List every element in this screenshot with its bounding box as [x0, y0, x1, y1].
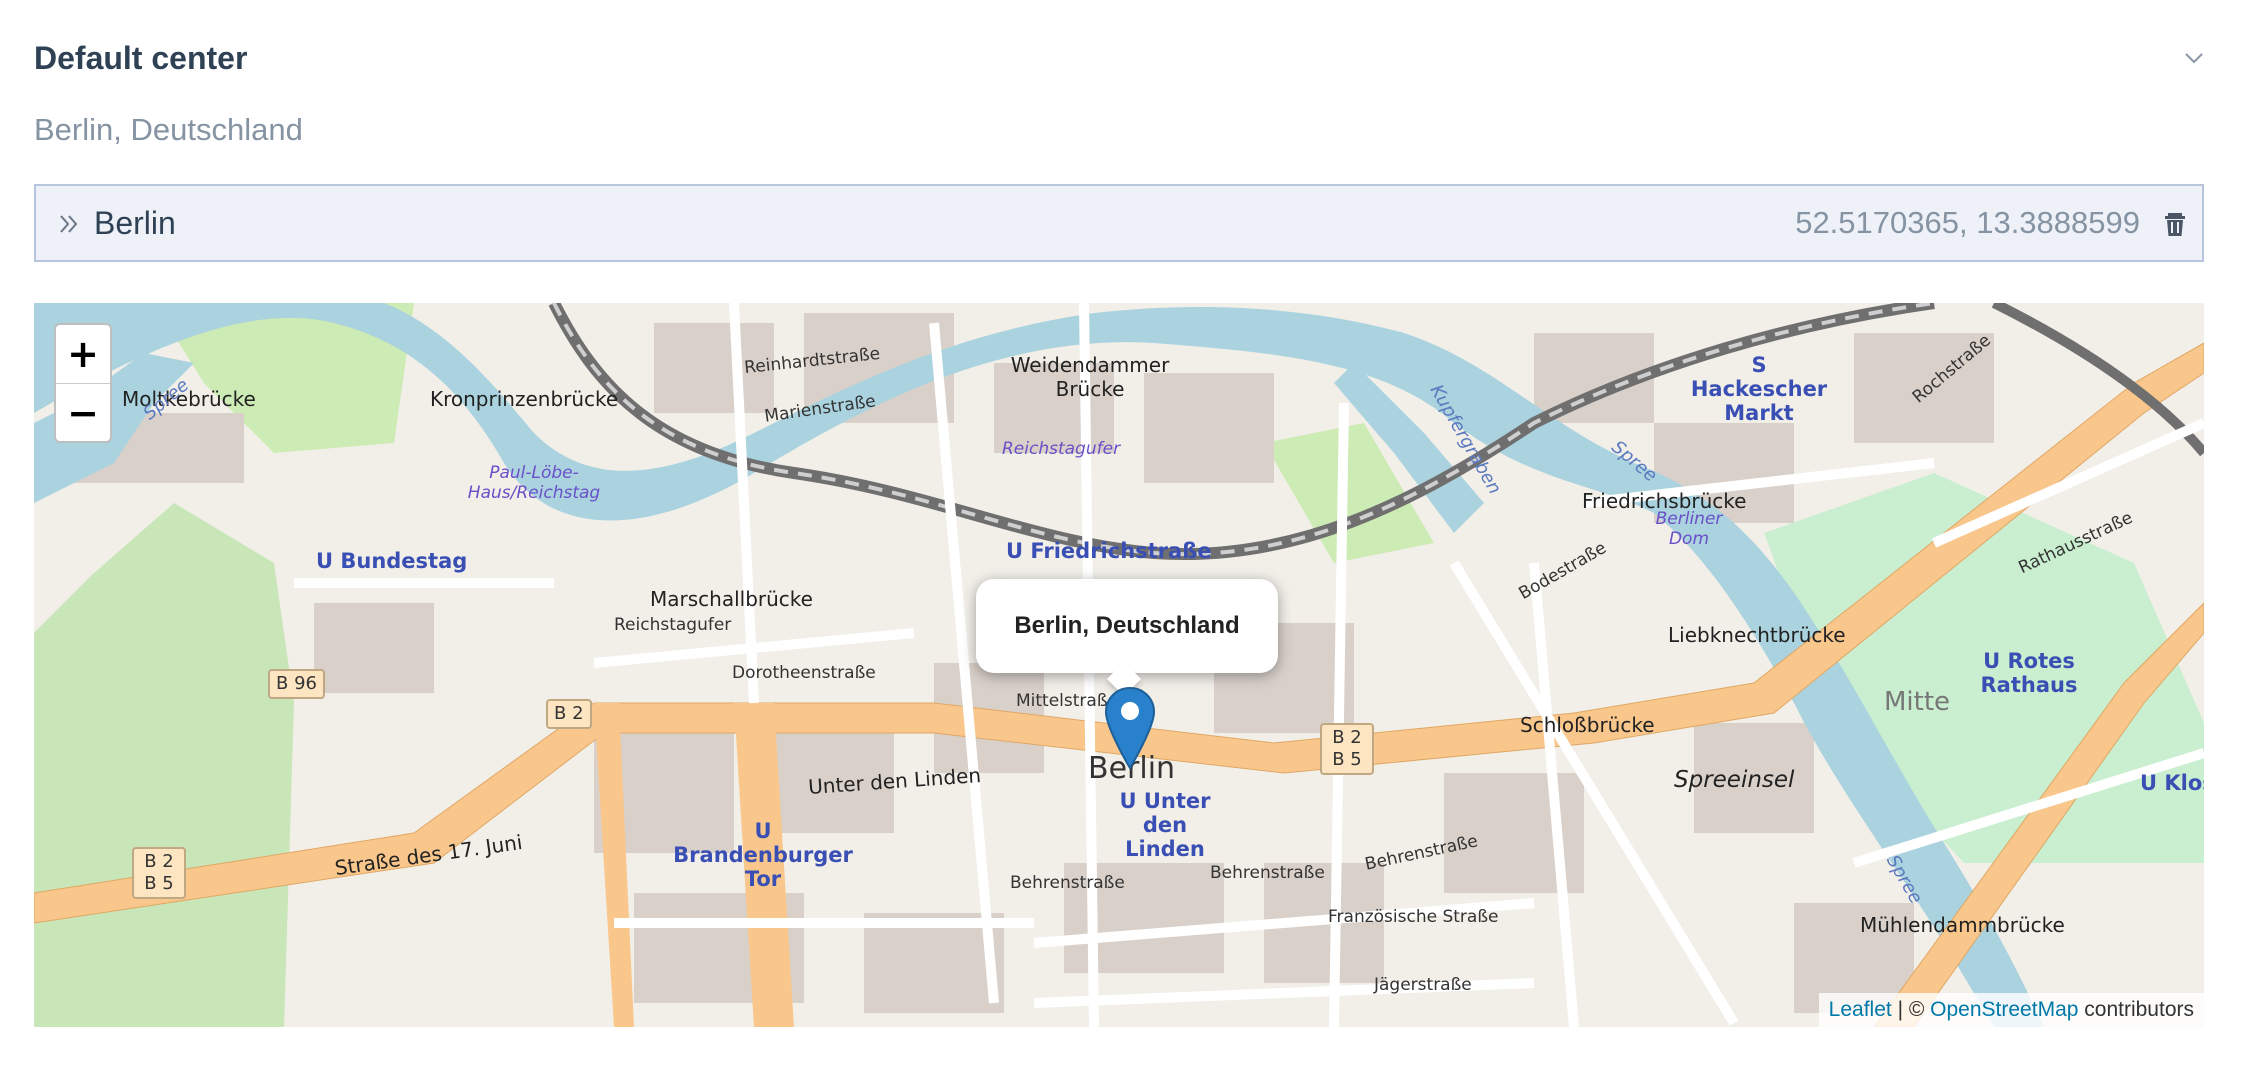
location-coordinates: 52.5170365, 13.3888599 — [1795, 205, 2140, 240]
map-label-station: U Bundestag — [316, 549, 468, 573]
map-label-island: Spreeinsel — [1674, 767, 1795, 793]
leaflet-link[interactable]: Leaflet — [1829, 998, 1892, 1021]
openstreetmap-link[interactable]: OpenStreetMap — [1930, 998, 2078, 1021]
map[interactable]: Moltkebrücke Kronprinzenbrücke Weidendam… — [34, 303, 2204, 1027]
section-subtitle: Berlin, Deutschland — [34, 112, 303, 147]
map-label-poi: Reichstagufer — [1002, 439, 1121, 459]
map-label-street: Jägerstraße — [1374, 975, 1472, 995]
map-label-bridge: Marschallbrücke — [650, 587, 813, 611]
section-title: Default center — [34, 40, 248, 76]
zoom-in-button[interactable]: + — [56, 325, 110, 384]
map-label-station: U Friedrichstraße — [1006, 539, 1212, 563]
map-popup: Berlin, Deutschland — [976, 579, 1278, 696]
map-label-street: Französische Straße — [1328, 907, 1499, 927]
popup-text: Berlin, Deutschland — [1014, 612, 1240, 639]
map-label-street: Mühlendammbrücke — [1860, 913, 2065, 937]
double-chevron-right-icon[interactable] — [56, 210, 82, 238]
map-label-bridge: Kronprinzenbrücke — [430, 387, 619, 411]
map-label-street: Dorotheenstraße — [732, 663, 876, 683]
attribution-suffix: contributors — [2078, 998, 2194, 1021]
map-label-station: U Brandenburger Tor — [673, 819, 853, 891]
road-shield: B 2 B 5 — [132, 847, 186, 899]
road-shield: B 2 B 5 — [1320, 723, 1374, 775]
map-label-station: U Rotes Rathaus — [1980, 649, 2078, 697]
road-shield: B 96 — [268, 669, 325, 699]
road-shield: B 2 — [546, 699, 592, 729]
map-label-poi: Berliner Dom — [1655, 509, 1723, 549]
map-marker-icon[interactable] — [1104, 686, 1156, 770]
location-entry[interactable]: Berlin 52.5170365, 13.3888599 — [34, 184, 2204, 262]
map-label-street: Behrenstraße — [1210, 863, 1325, 883]
map-label-street: Mittelstraße — [1016, 691, 1118, 711]
map-label-street: Behrenstraße — [1010, 873, 1125, 893]
map-label-station: U Klos — [2140, 771, 2204, 795]
map-label-station: U Unter den Linden — [1119, 789, 1211, 861]
section-header: Default center — [34, 36, 2208, 80]
map-label-street: Reichstagufer — [614, 615, 732, 635]
trash-icon[interactable] — [2162, 210, 2188, 238]
map-label-bridge: Weidendammer Brücke — [1010, 353, 1170, 401]
map-label-street: Schloßbrücke — [1520, 713, 1655, 737]
zoom-control: + − — [54, 323, 112, 443]
map-label-street: Friedrichsbrücke — [1582, 489, 1747, 513]
attribution-separator: | © — [1891, 998, 1931, 1021]
location-name: Berlin — [94, 205, 176, 241]
map-label-station: S Hackescher Markt — [1690, 353, 1828, 425]
map-label-poi: Paul-Löbe-Haus/Reichstag — [467, 463, 601, 503]
map-label-district: Mitte — [1884, 687, 1951, 717]
map-label-street: Liebknechtbrücke — [1668, 623, 1846, 647]
chevron-down-icon[interactable] — [2180, 44, 2208, 72]
map-attribution: Leaflet | © OpenStreetMap contributors — [1818, 993, 2204, 1027]
zoom-out-button[interactable]: − — [56, 384, 110, 442]
